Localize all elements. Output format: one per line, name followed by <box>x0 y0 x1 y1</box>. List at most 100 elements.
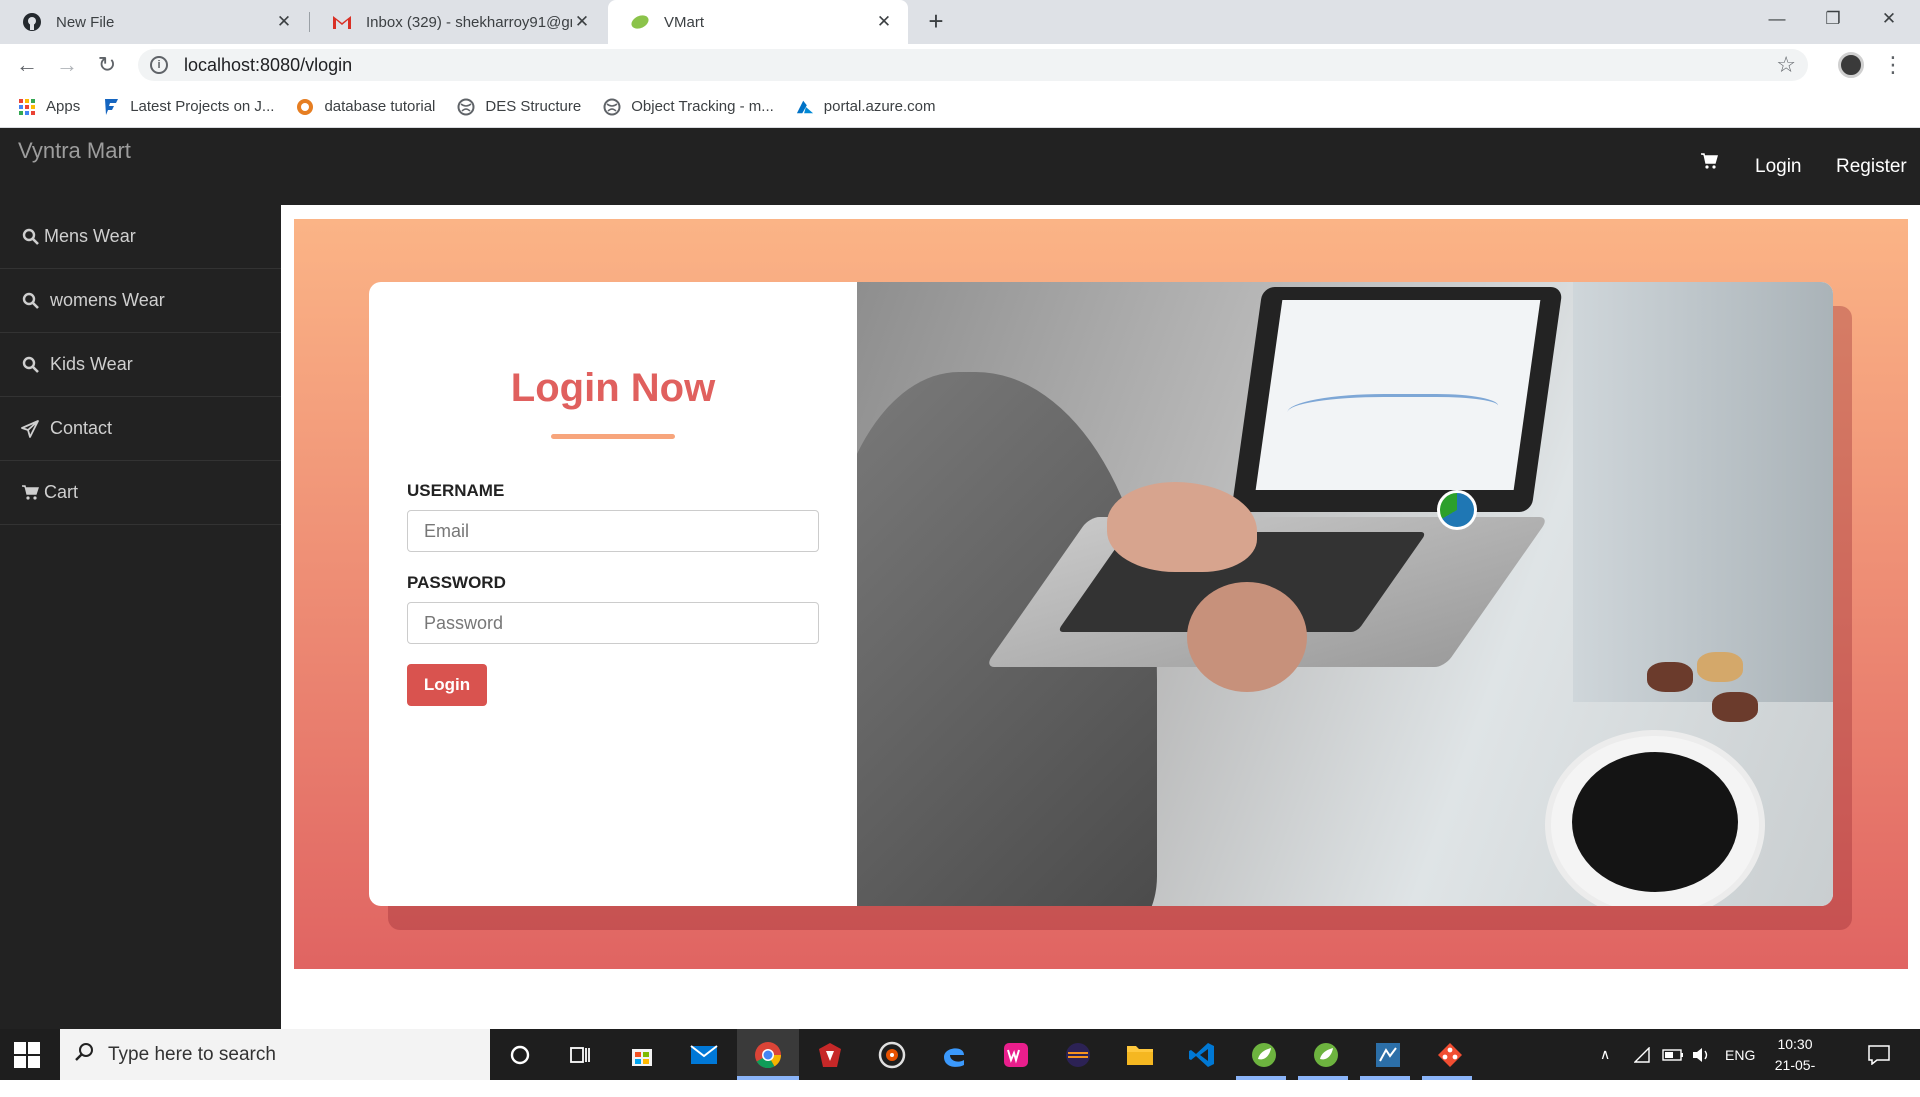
close-window-icon[interactable]: ✕ <box>1862 0 1916 38</box>
email-input[interactable] <box>407 510 819 552</box>
maximize-icon[interactable]: ❐ <box>1806 0 1860 38</box>
taskbar-search-placeholder: Type here to search <box>108 1043 276 1065</box>
address-bar[interactable]: i localhost:8080/vlogin ☆ <box>138 49 1808 81</box>
title-underline <box>551 434 675 439</box>
store-icon[interactable] <box>624 1037 660 1073</box>
windows-start-icon[interactable] <box>14 1042 40 1068</box>
wamp-server-icon[interactable] <box>998 1037 1034 1073</box>
login-card: Login Now USERNAME PASSWORD Login <box>369 282 1833 906</box>
sidebar-item-label: womens Wear <box>50 290 165 310</box>
globe-icon <box>603 98 621 116</box>
globe-icon <box>457 98 475 116</box>
search-icon <box>20 291 40 311</box>
sidebar-item-label: Kids Wear <box>50 354 133 374</box>
sidebar-item-cart[interactable]: Cart <box>0 461 281 525</box>
photo-cookie <box>1647 662 1693 692</box>
spring-tools-icon[interactable] <box>1308 1037 1344 1073</box>
bookmark-star-icon[interactable]: ☆ <box>1776 52 1796 78</box>
tab-title: New File <box>56 13 115 31</box>
close-tab-icon[interactable]: ✕ <box>874 12 894 32</box>
photo-cookie <box>1712 692 1758 722</box>
mysql-workbench-icon[interactable] <box>1370 1037 1406 1073</box>
gmail-icon <box>332 12 352 32</box>
bookmark-label: database tutorial <box>324 98 436 115</box>
close-tab-icon[interactable]: ✕ <box>274 12 294 32</box>
back-icon[interactable]: ← <box>12 50 42 80</box>
bookmark-object-tracking[interactable]: Object Tracking - m... <box>603 98 774 116</box>
clock-date: 21-05-2020 <box>1774 1057 1816 1094</box>
profile-avatar[interactable] <box>1838 52 1864 78</box>
spring-tools-icon[interactable] <box>1246 1037 1282 1073</box>
bookmarks-bar: Apps Latest Projects on J... database tu… <box>0 86 1920 128</box>
cortana-icon[interactable] <box>502 1037 538 1073</box>
bookmark-azure-portal[interactable]: portal.azure.com <box>796 98 936 116</box>
browser-toolbar: ← → ↻ i localhost:8080/vlogin ☆ ⋮ <box>0 44 1920 86</box>
sql-tool-icon[interactable] <box>812 1037 848 1073</box>
search-icon <box>20 355 40 375</box>
file-explorer-icon[interactable] <box>1122 1037 1158 1073</box>
edge-icon[interactable] <box>936 1037 972 1073</box>
tab-gmail-inbox[interactable]: Inbox (329) - shekharroy91@gmail.com ✕ <box>310 0 606 44</box>
tab-title: Inbox (329) - shekharroy91@gmail.com <box>366 13 572 31</box>
forward-icon[interactable]: → <box>52 50 82 80</box>
bookmark-database-tutorial[interactable]: database tutorial <box>296 98 435 116</box>
mysql-active-indicator <box>1360 1076 1410 1080</box>
cart-icon <box>20 483 40 503</box>
mail-icon[interactable] <box>686 1037 722 1073</box>
category-sidebar: Mens Wear womens Wear Kids Wear Contact … <box>0 205 281 1029</box>
sidebar-item-label: Cart <box>44 482 79 502</box>
hero-laptop-photo <box>857 282 1833 906</box>
azure-icon <box>796 98 814 116</box>
paper-plane-icon <box>20 419 40 439</box>
language-indicator[interactable]: ENG <box>1725 1029 1755 1080</box>
browser-menu-icon[interactable]: ⋮ <box>1882 50 1904 80</box>
sidebar-item-label: Mens Wear <box>44 226 136 246</box>
new-tab-button[interactable]: + <box>922 8 950 36</box>
spring-active-indicator <box>1298 1076 1348 1080</box>
photo-cookie <box>1697 652 1743 682</box>
battery-icon[interactable] <box>1662 1029 1684 1080</box>
sidebar-item-kids-wear[interactable]: Kids Wear <box>0 333 281 397</box>
close-tab-icon[interactable]: ✕ <box>572 12 592 32</box>
site-info-icon[interactable]: i <box>150 56 168 74</box>
clock-time: 10:30 <box>1777 1036 1813 1052</box>
minimize-icon[interactable]: — <box>1750 0 1804 38</box>
network-icon[interactable] <box>1634 1029 1650 1080</box>
url-text[interactable]: localhost:8080/vlogin <box>184 55 352 76</box>
sidebar-item-womens-wear[interactable]: womens Wear <box>0 269 281 333</box>
action-center-icon[interactable] <box>1868 1029 1890 1080</box>
task-view-icon[interactable] <box>562 1037 598 1073</box>
bookmark-label: DES Structure <box>485 98 582 115</box>
brand-logo[interactable]: Vyntra Mart <box>18 138 131 164</box>
bookmark-latest-projects[interactable]: Latest Projects on J... <box>102 98 274 116</box>
bookmark-des-structure[interactable]: DES Structure <box>457 98 581 116</box>
vscode-icon[interactable] <box>1184 1037 1220 1073</box>
show-hidden-icons[interactable]: ∧ <box>1600 1029 1610 1080</box>
photo-coffee <box>1572 752 1738 892</box>
photo-screen-pie <box>1437 490 1477 530</box>
system-clock[interactable]: 10:30 21-05-2020 <box>1760 1034 1830 1097</box>
photo-window-light <box>1573 282 1833 702</box>
site-navbar: Vyntra Mart Login Register <box>0 128 1920 205</box>
cart-icon[interactable] <box>1700 152 1722 174</box>
tab-new-file[interactable]: New File ✕ <box>0 0 308 44</box>
tab-vmart[interactable]: VMart ✕ <box>608 0 908 44</box>
chrome-icon[interactable] <box>750 1037 786 1073</box>
nav-register-link[interactable]: Register <box>1836 156 1907 178</box>
password-input[interactable] <box>407 602 819 644</box>
taskbar-search-box[interactable]: Type here to search <box>60 1029 490 1080</box>
volume-icon[interactable] <box>1692 1029 1712 1080</box>
eclipse-icon[interactable] <box>1060 1037 1096 1073</box>
nav-login-link[interactable]: Login <box>1755 156 1802 178</box>
photo-hand <box>1187 582 1307 692</box>
tutorial-icon <box>296 98 314 116</box>
git-kraken-icon[interactable] <box>1432 1037 1468 1073</box>
bookmark-label: portal.azure.com <box>823 98 936 115</box>
bookmark-apps[interactable]: Apps <box>18 98 80 116</box>
bookmark-label: Object Tracking - m... <box>631 98 774 115</box>
sidebar-item-mens-wear[interactable]: Mens Wear <box>0 205 281 269</box>
login-button[interactable]: Login <box>407 664 487 706</box>
sidebar-item-contact[interactable]: Contact <box>0 397 281 461</box>
media-player-icon[interactable] <box>874 1037 910 1073</box>
reload-icon[interactable]: ↻ <box>92 50 122 80</box>
